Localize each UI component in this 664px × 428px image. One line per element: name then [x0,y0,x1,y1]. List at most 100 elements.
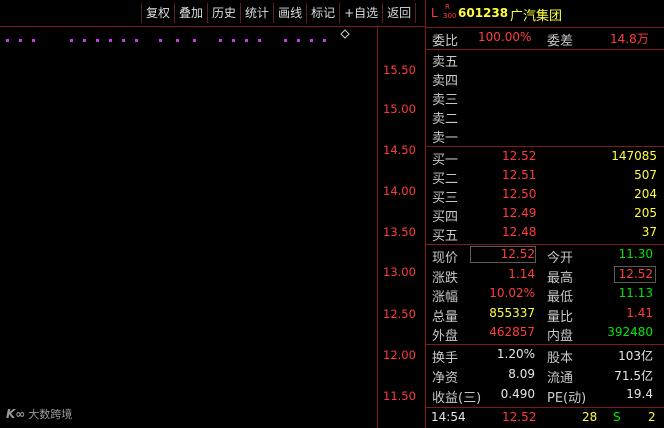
indicator-dot [258,39,261,42]
indicator-dot [135,39,138,42]
current-price-box [470,246,536,263]
menu-overlay[interactable]: 叠加 [174,3,207,23]
buy-row[interactable]: 买二 12.51 507 [426,167,664,187]
indicator-dot [176,39,179,42]
stock-flag-r: R [445,3,450,11]
stats-label: 流通 [547,371,574,386]
stats-row: 换手 1.20% 股本 103亿 [426,346,664,366]
stats-label: 净资 [432,371,459,386]
indicator-dot [83,39,86,42]
kline-chart[interactable]: 15.50 15.00 14.50 14.00 13.50 13.00 12.5… [0,25,425,428]
y-tick-label: 13.00 [383,265,416,279]
quote-row: 总量 855337 量比 1.41 [426,305,664,325]
stock-name: 广汽集团 [510,9,563,24]
weibi-row: 委比 100.00% 委差 14.8万 [426,29,664,49]
stock-flag-l: L [431,6,438,20]
buy-row[interactable]: 买五 12.48 37 [426,224,664,244]
quote-label: 总量 [432,309,459,325]
watermark-text: 大数跨境 [28,408,73,421]
menu-mark[interactable]: 标记 [306,3,339,23]
divider [426,244,664,245]
watermark: K∞ 大数跨境 [6,406,72,422]
sell-label: 卖三 [432,93,459,108]
quote-label: 涨幅 [432,290,459,305]
buy-row[interactable]: 买三 12.50 204 [426,186,664,206]
sell-row[interactable]: 卖五 [426,50,664,70]
quote-value: 11.13 [618,286,653,300]
indicator-dot [96,39,99,42]
quote-label: 现价 [432,251,459,266]
indicator-dot [70,39,73,42]
quote-label: 涨跌 [432,270,459,286]
stats-value: 1.20% [496,347,535,361]
quote-row: 涨跌 1.14 最高 12.52 [426,265,664,286]
sell-label: 卖四 [432,74,459,89]
indicator-dot [310,39,313,42]
menu-statistics[interactable]: 统计 [240,3,273,23]
buy-price: 12.52 [502,149,537,163]
tick-time: 14:54 [431,410,466,424]
menu-back[interactable]: 返回 [382,3,417,23]
buy-label: 买五 [432,229,459,244]
stats-value: 19.4 [626,387,653,401]
buy-label: 买一 [432,153,459,168]
quote-label: 今开 [547,251,574,266]
indicator-dot [19,39,22,42]
indicator-dot [245,39,248,42]
divider [426,146,664,147]
buy-price: 12.51 [502,168,537,182]
quote-label: 外盘 [432,329,459,344]
sell-row[interactable]: 卖三 [426,88,664,108]
quote-value: 11.30 [618,247,653,261]
quote-value: 1.14 [508,266,535,281]
quote-label: 最低 [547,290,574,305]
buy-price: 12.48 [502,225,537,239]
y-tick-label: 14.50 [383,143,416,157]
quote-label: 最高 [547,270,574,286]
y-tick-label: 15.00 [383,102,416,116]
tick-row: 14:54 12.52 28 S 2 [426,409,664,428]
indicator-dot [284,39,287,42]
menu-draw-line[interactable]: 画线 [273,3,306,23]
sell-row[interactable]: 卖四 [426,69,664,89]
buy-label: 买四 [432,210,459,225]
stats-label: 收益(三) [432,391,482,406]
menu-history[interactable]: 历史 [207,3,240,23]
stats-value: 71.5亿 [614,369,653,383]
stock-header: L R 300 601238 广汽集团 [426,3,664,26]
menu-restore-rights[interactable]: 复权 [141,3,174,23]
buy-row[interactable]: 买一 12.52 147085 [426,148,664,168]
buy-volume: 204 [634,187,657,201]
buy-price: 12.49 [502,206,537,220]
divider [426,407,664,408]
stats-label: 股本 [547,351,574,366]
buy-label: 买二 [432,172,459,187]
divider [426,344,664,345]
buy-volume: 147085 [611,149,657,163]
watermark-logo-icon: K∞ [6,407,26,421]
quote-value: 462857 [489,325,535,339]
indicator-dot [6,39,9,42]
indicator-dot [219,39,222,42]
indicator-dot [109,39,112,42]
stats-value: 8.09 [508,367,535,381]
sell-row[interactable]: 卖二 [426,107,664,127]
buy-row[interactable]: 买四 12.49 205 [426,205,664,225]
kline-svg [0,25,425,428]
quote-row: 外盘 462857 内盘 392480 [426,324,664,344]
divider [426,27,664,28]
indicator-dot [297,39,300,42]
y-tick-label: 13.50 [383,225,416,239]
indicator-dot [122,39,125,42]
menu-add-watchlist[interactable]: +自选 [339,3,382,23]
high-price-box [614,265,656,283]
tick-price: 12.52 [502,410,537,424]
stats-label: PE(动) [547,391,587,406]
stock-code: 601238 [458,6,509,20]
sell-row[interactable]: 卖一 [426,126,664,146]
buy-price: 12.50 [502,187,537,201]
stats-row: 收益(三) 0.490 PE(动) 19.4 [426,386,664,406]
indicator-dot [193,39,196,42]
quote-row: 涨幅 10.02% 最低 11.13 [426,285,664,305]
quote-label: 量比 [547,309,574,325]
